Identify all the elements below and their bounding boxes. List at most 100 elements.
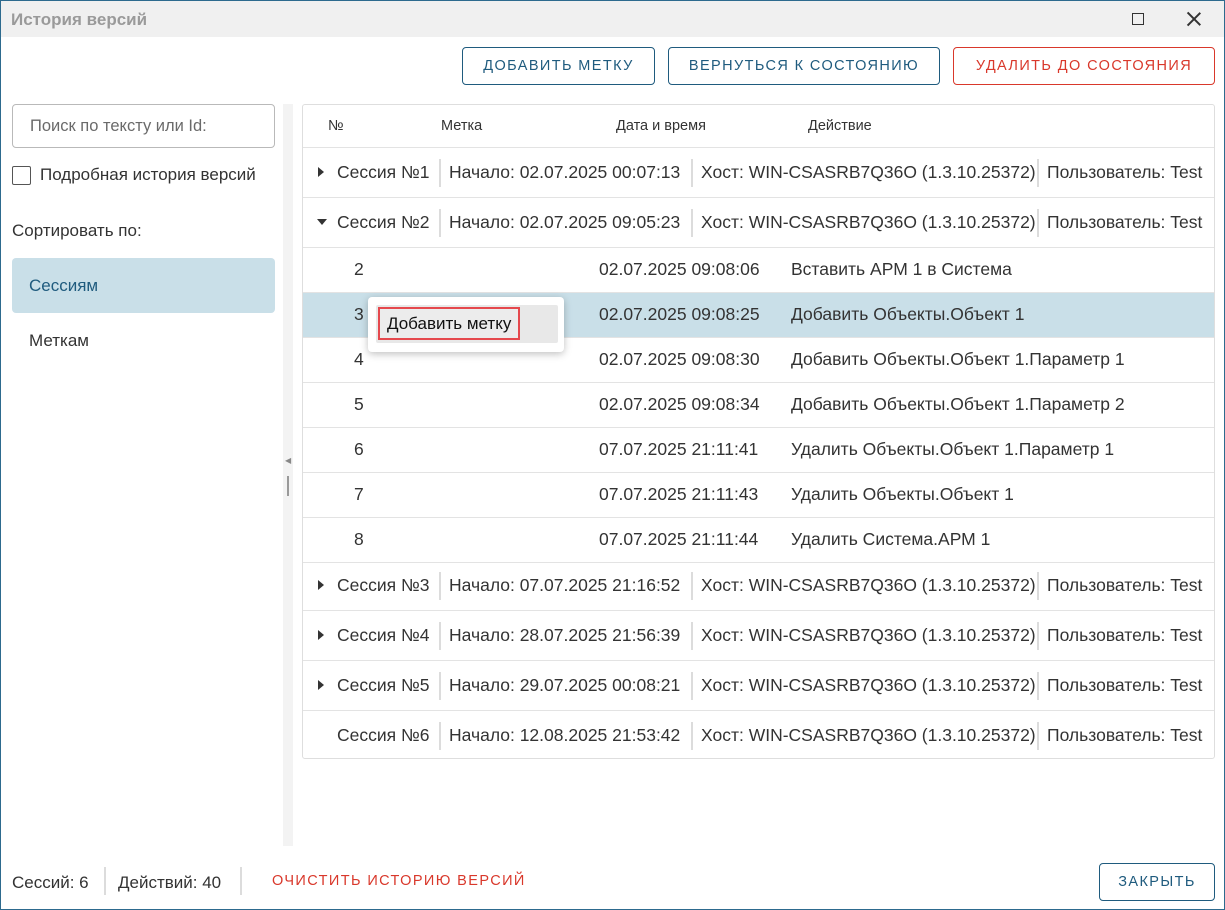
window-close-button[interactable] [1171,1,1217,37]
action-description: Добавить Объекты.Объект 1.Параметр 2 [791,394,1125,414]
session-name: Сессия №1 [337,162,430,182]
context-menu-item-add-mark[interactable]: Добавить метку [376,305,558,343]
session-host: Хост: WIN-CSASRB7Q36O (1.3.10.25372) [701,725,1036,745]
close-button[interactable]: Закрыть [1099,863,1215,901]
session-host: Хост: WIN-CSASRB7Q36O (1.3.10.25372) [701,212,1036,232]
session-start: Начало: 12.08.2025 21:53:42 [449,725,681,745]
divider [1037,159,1039,187]
action-datetime: 07.07.2025 21:11:41 [599,439,759,459]
maximize-button[interactable] [1115,1,1161,37]
action-datetime: 02.07.2025 09:08:25 [599,304,760,324]
column-header-action[interactable]: Действие [808,118,872,134]
session-host: Хост: WIN-CSASRB7Q36O (1.3.10.25372) [701,675,1036,695]
divider [439,722,441,750]
session-user: Пользователь: Test [1047,162,1203,182]
session-host: Хост: WIN-CSASRB7Q36O (1.3.10.25372) [701,625,1036,645]
session-row[interactable]: Сессия №2 Начало: 02.07.2025 09:05:23 Хо… [303,198,1214,248]
divider [104,867,106,895]
table-header: № Метка Дата и время Действие [303,105,1214,148]
sessions-count: Сессий: 6 [12,873,89,892]
action-row[interactable]: 2 02.07.2025 09:08:06 Вставить АРМ 1 в С… [303,248,1214,293]
action-datetime: 02.07.2025 09:08:06 [599,259,760,279]
session-row[interactable]: Сессия №5 Начало: 29.07.2025 00:08:21 Хо… [303,661,1214,711]
session-name: Сессия №5 [337,675,430,695]
action-description: Удалить Система.АРМ 1 [791,529,991,549]
session-start: Начало: 02.07.2025 00:07:13 [449,162,681,182]
search-input[interactable] [12,104,275,148]
session-host: Хост: WIN-CSASRB7Q36O (1.3.10.25372) [701,162,1036,182]
session-row[interactable]: Сессия №6 Начало: 12.08.2025 21:53:42 Хо… [303,711,1214,758]
session-user: Пользователь: Test [1047,675,1203,695]
action-description: Добавить Объекты.Объект 1.Параметр 1 [791,349,1125,369]
divider [1037,672,1039,700]
divider [1037,572,1039,600]
context-menu-item-label[interactable]: Добавить метку [378,307,521,340]
divider [439,209,441,237]
action-number: 3 [354,304,364,324]
session-row[interactable]: Сессия №1 Начало: 02.07.2025 00:07:13 Хо… [303,148,1214,198]
version-history-window: История версий Добавить метку Вернуться … [0,0,1225,910]
session-start: Начало: 02.07.2025 09:05:23 [449,212,681,232]
column-header-date[interactable]: Дата и время [616,118,706,134]
action-description: Удалить Объекты.Объект 1 [791,484,1014,504]
action-datetime: 02.07.2025 09:08:34 [599,394,760,414]
action-number: 7 [354,484,364,504]
divider [1037,722,1039,750]
action-datetime: 02.07.2025 09:08:30 [599,349,760,369]
divider [439,622,441,650]
action-row[interactable]: 6 07.07.2025 21:11:41 Удалить Объекты.Об… [303,428,1214,473]
divider [439,159,441,187]
add-mark-button[interactable]: Добавить метку [462,47,655,85]
sort-by-label: Сортировать по: [12,221,142,240]
revert-to-state-button[interactable]: Вернуться к состоянию [668,47,940,85]
actions-count: Действий: 40 [118,873,222,892]
session-name: Сессия №3 [337,575,430,595]
context-menu: Добавить метку [368,297,564,352]
action-row[interactable]: 7 07.07.2025 21:11:43 Удалить Объекты.Об… [303,473,1214,518]
session-host: Хост: WIN-CSASRB7Q36O (1.3.10.25372) [701,575,1036,595]
session-row[interactable]: Сессия №3 Начало: 07.07.2025 21:16:52 Хо… [303,561,1214,611]
session-row[interactable]: Сессия №4 Начало: 28.07.2025 21:56:39 Хо… [303,611,1214,661]
action-datetime: 07.07.2025 21:11:44 [599,529,759,549]
session-start: Начало: 29.07.2025 00:08:21 [449,675,681,695]
title-bar: История версий [1,1,1224,37]
session-user: Пользователь: Test [1047,725,1203,745]
divider [691,622,693,650]
sort-option-marks[interactable]: Меткам [12,313,275,368]
expand-caret-icon[interactable] [318,580,324,590]
session-start: Начало: 07.07.2025 21:16:52 [449,575,681,595]
column-header-number[interactable]: № [328,118,344,134]
detailed-history-checkbox[interactable] [12,165,31,185]
action-description: Удалить Объекты.Объект 1.Параметр 1 [791,439,1115,459]
divider [1037,209,1039,237]
delete-to-state-button[interactable]: Удалить до состояния [953,47,1215,85]
session-name: Сессия №4 [337,625,430,645]
action-number: 5 [354,394,364,414]
maximize-icon [1132,13,1144,25]
window-title: История версий [11,10,148,29]
expand-caret-icon[interactable] [318,630,324,640]
divider [439,572,441,600]
detailed-history-label: Подробная история версий [40,165,256,184]
column-header-mark[interactable]: Метка [441,118,482,134]
panel-splitter[interactable]: ◀ [283,104,293,846]
session-user: Пользователь: Test [1047,575,1203,595]
action-description: Добавить Объекты.Объект 1 [791,304,1025,324]
action-number: 8 [354,529,364,549]
action-row[interactable]: 5 02.07.2025 09:08:34 Добавить Объекты.О… [303,383,1214,428]
sort-option-sessions[interactable]: Сессиям [12,258,275,313]
divider [691,209,693,237]
clear-history-link[interactable]: Очистить историю версий [272,873,526,889]
collapse-caret-icon[interactable] [317,219,327,225]
action-row[interactable]: 8 07.07.2025 21:11:44 Удалить Система.АР… [303,518,1214,563]
expand-caret-icon[interactable] [318,680,324,690]
splitter-grip-icon [287,476,289,496]
session-name: Сессия №2 [337,212,430,232]
expand-caret-icon[interactable] [318,167,324,177]
session-start: Начало: 28.07.2025 21:56:39 [449,625,681,645]
detailed-history-option[interactable]: Подробная история версий [12,164,256,186]
action-number: 2 [354,259,364,279]
divider [240,867,242,895]
divider [691,572,693,600]
close-icon [1187,12,1201,26]
